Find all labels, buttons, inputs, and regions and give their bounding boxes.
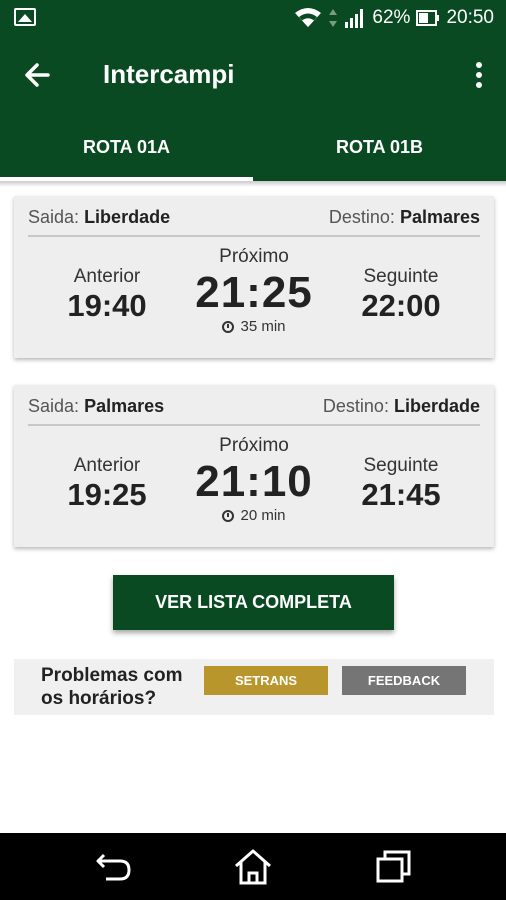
nav-home-icon[interactable]: [231, 847, 275, 887]
destination-value: Palmares: [399, 207, 480, 227]
problems-line2: os horários?: [41, 688, 157, 709]
following-label: Seguinte: [363, 455, 439, 476]
more-vert-icon[interactable]: [466, 55, 492, 95]
setrans-button[interactable]: SETRANS: [204, 666, 328, 695]
tab-rota-01a[interactable]: ROTA 01A: [0, 113, 253, 181]
previous-time: 19:25: [67, 477, 147, 512]
tabs-shadow: [0, 181, 506, 187]
status-time: 20:50: [446, 7, 494, 28]
problems-section: Problemas com os horários? SETRANS FEEDB…: [14, 659, 494, 715]
feedback-button[interactable]: FEEDBACK: [342, 666, 466, 695]
clock-icon: [222, 509, 235, 522]
battery-icon: [416, 10, 440, 26]
app-bar: Intercampi: [0, 35, 506, 113]
status-right: 62% 20:50: [294, 5, 494, 31]
following-time: 21:45: [361, 477, 441, 512]
nav-back-icon[interactable]: [92, 847, 136, 887]
back-arrow-icon: [25, 63, 50, 87]
destination: Destino: Palmares: [329, 207, 480, 235]
nav-recents-icon[interactable]: [372, 847, 416, 887]
previous-column: Anterior 19:25: [48, 455, 166, 513]
destination-label: Destino:: [322, 396, 389, 416]
previous-label: Anterior: [73, 455, 141, 476]
status-bar: 62% 20:50: [0, 0, 506, 35]
next-in: 20 min: [174, 507, 334, 524]
schedule-card: Saida: Palmares Destino: Liberdade Anter…: [14, 385, 494, 547]
departure-value: Liberdade: [84, 207, 171, 227]
schedule-card: Saida: Liberdade Destino: Palmares Anter…: [14, 196, 494, 358]
following-column: Seguinte 22:00: [342, 266, 460, 324]
battery-percent: 62%: [372, 7, 411, 28]
previous-time: 19:40: [67, 288, 147, 323]
next-column: Próximo 21:10 20 min: [174, 435, 334, 524]
route-tabs: ROTA 01A ROTA 01B: [0, 113, 506, 181]
tab-rota-01b[interactable]: ROTA 01B: [253, 113, 506, 181]
previous-label: Anterior: [73, 266, 141, 287]
problems-line1: Problemas com: [41, 665, 183, 686]
signal-icon: [345, 9, 364, 28]
tab-label: ROTA 01B: [335, 136, 423, 157]
next-in-value: 20 min: [240, 507, 286, 524]
problems-text: Problemas com os horários?: [41, 664, 183, 710]
next-in: 35 min: [174, 318, 334, 335]
departure-label: Saida:: [28, 207, 80, 227]
destination: Destino: Liberdade: [323, 396, 480, 424]
departure: Saida: Palmares: [28, 396, 164, 424]
following-time: 22:00: [361, 288, 441, 323]
previous-column: Anterior 19:40: [48, 266, 166, 324]
destination-value: Liberdade: [393, 396, 480, 416]
next-column: Próximo 21:25 35 min: [174, 246, 334, 335]
next-time: 21:10: [195, 457, 313, 506]
clock-icon: [222, 320, 235, 333]
next-in-value: 35 min: [240, 318, 286, 335]
next-label: Próximo: [219, 246, 289, 267]
next-time: 21:25: [195, 268, 313, 317]
following-column: Seguinte 21:45: [342, 455, 460, 513]
following-label: Seguinte: [363, 266, 439, 287]
wifi-icon: [295, 8, 322, 27]
destination-label: Destino:: [328, 207, 395, 227]
tab-label: ROTA 01A: [82, 136, 170, 157]
page-title: Intercampi: [103, 59, 235, 89]
back-button[interactable]: [18, 55, 58, 95]
next-label: Próximo: [219, 435, 289, 456]
image-icon: [14, 8, 36, 26]
full-list-button[interactable]: VER LISTA COMPLETA: [113, 575, 394, 630]
departure-label: Saida:: [28, 396, 80, 416]
data-arrows-icon: [329, 9, 338, 27]
card-header: Saida: Liberdade Destino: Palmares: [28, 207, 480, 237]
card-header: Saida: Palmares Destino: Liberdade: [28, 396, 480, 426]
system-nav-bar: [0, 833, 506, 900]
departure-value: Palmares: [84, 396, 165, 416]
departure: Saida: Liberdade: [28, 207, 170, 235]
